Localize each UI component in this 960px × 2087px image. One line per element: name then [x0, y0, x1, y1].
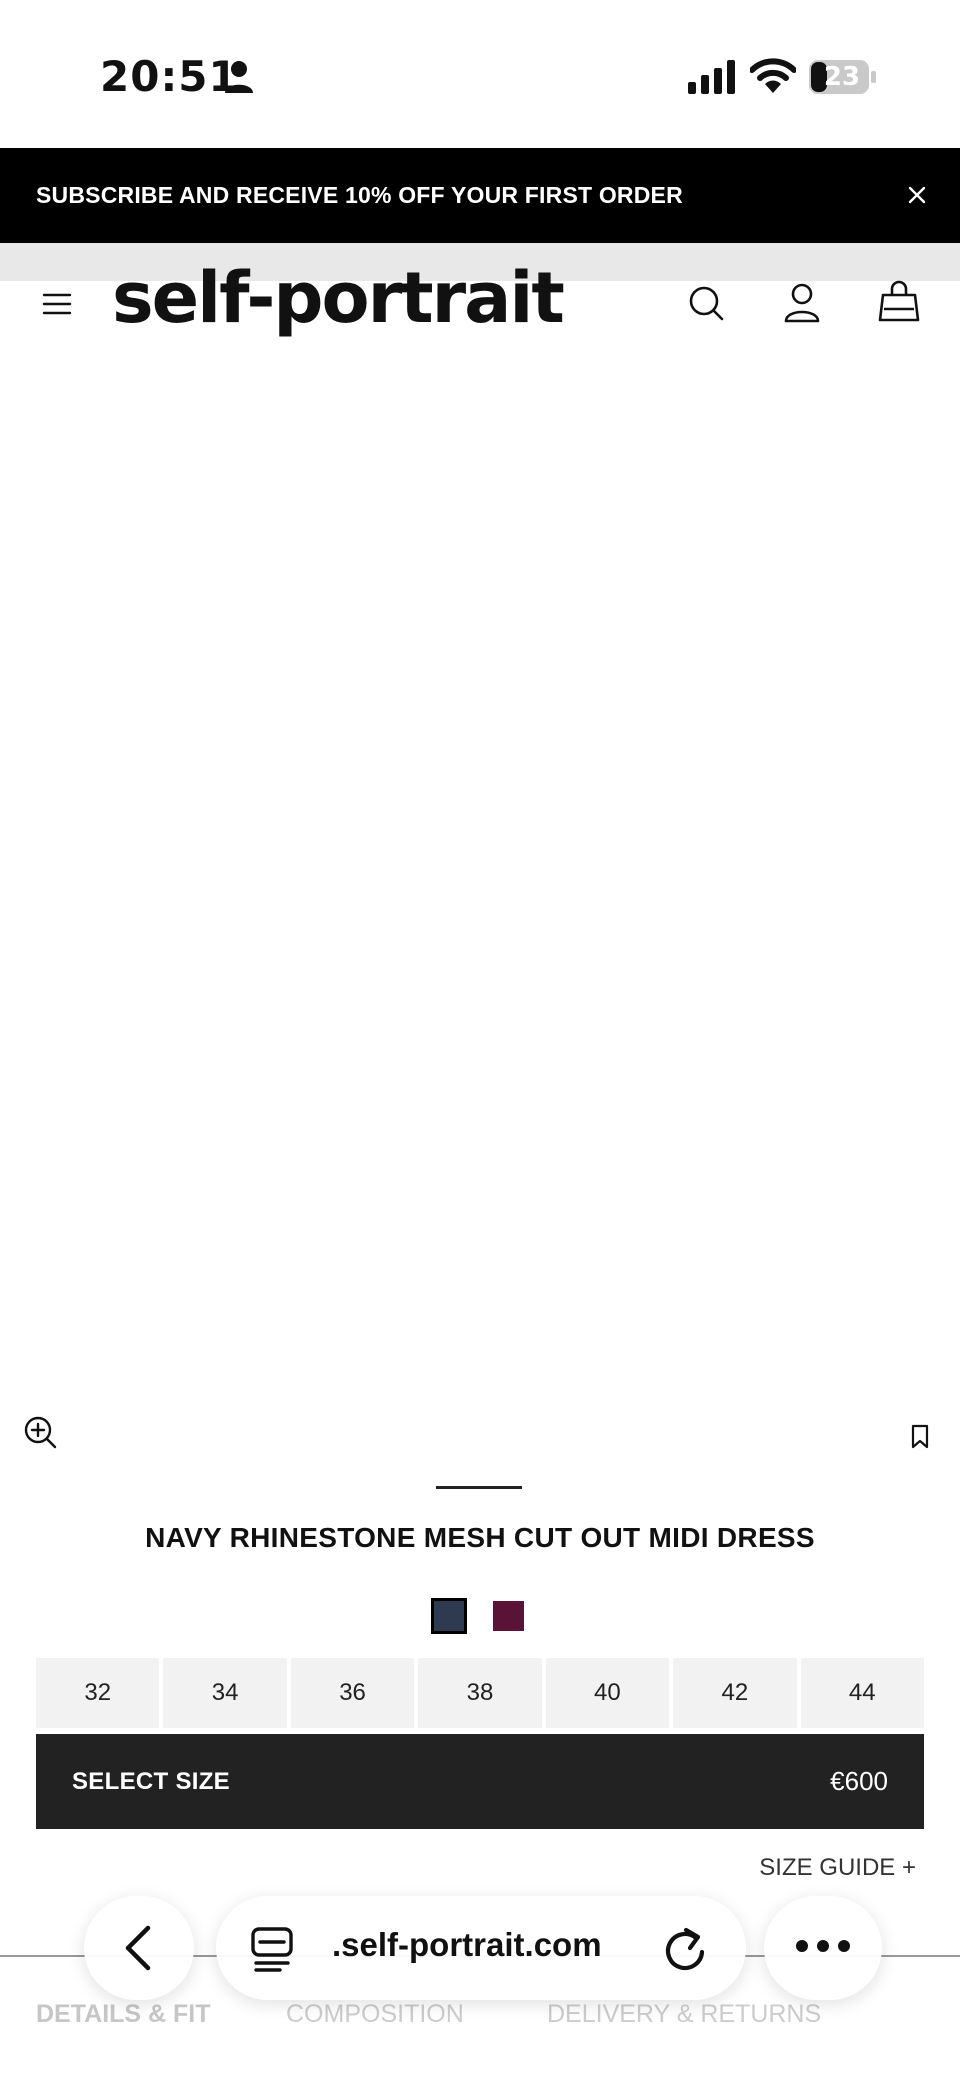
- size-option-34[interactable]: 34: [163, 1658, 287, 1728]
- promo-banner: SUBSCRIBE AND RECEIVE 10% OFF YOUR FIRST…: [0, 148, 960, 243]
- pagination-dot[interactable]: [60, 1167, 62, 1193]
- size-option-42[interactable]: 42: [673, 1658, 797, 1728]
- close-icon[interactable]: [900, 178, 934, 212]
- size-selector: 32 34 36 38 40 42 44: [36, 1658, 924, 1728]
- brand-logo[interactable]: self-portrait: [112, 257, 565, 339]
- cellular-signal-icon: [688, 60, 735, 94]
- model-photo: [0, 243, 960, 1475]
- browser-more-button[interactable]: [764, 1896, 882, 2000]
- size-option-40[interactable]: 40: [545, 1658, 670, 1728]
- pagination-dot[interactable]: [60, 1087, 62, 1113]
- browser-url-text: .self-portrait.com: [332, 1926, 602, 1963]
- tab-overview-icon[interactable]: [250, 1926, 294, 1972]
- pagination-dot[interactable]: [60, 1127, 62, 1153]
- bookmark-icon[interactable]: [906, 1422, 934, 1450]
- reload-icon[interactable]: [662, 1924, 708, 1972]
- size-guide-link[interactable]: SIZE GUIDE +: [759, 1854, 916, 1882]
- site-header: self-portrait: [0, 243, 960, 363]
- select-size-label: SELECT SIZE: [72, 1768, 230, 1795]
- product-image[interactable]: [0, 243, 960, 1475]
- tab-details-fit[interactable]: DETAILS & FIT: [36, 2000, 211, 2029]
- pagination-dot[interactable]: [60, 965, 62, 991]
- color-swatch-navy[interactable]: [431, 1598, 467, 1634]
- chevron-left-icon: [125, 1925, 151, 1971]
- battery-level: 23: [823, 62, 861, 92]
- product-info-tabs: DETAILS & FIT COMPOSITION DELIVERY & RET…: [0, 2000, 960, 2040]
- menu-icon[interactable]: [40, 289, 74, 319]
- pagination-dot-active[interactable]: [60, 1005, 63, 1035]
- select-size-button[interactable]: SELECT SIZE €600: [36, 1734, 924, 1829]
- color-swatches: [431, 1598, 531, 1634]
- size-option-32[interactable]: 32: [36, 1658, 160, 1728]
- product-price: €600: [830, 1766, 888, 1796]
- search-icon[interactable]: [686, 283, 726, 323]
- image-indicator-line: [436, 1486, 522, 1489]
- browser-address-bar[interactable]: .self-portrait.com: [216, 1896, 746, 2000]
- status-time: 20:51: [100, 52, 239, 101]
- pagination-dot[interactable]: [60, 1047, 62, 1073]
- image-pagination[interactable]: [58, 965, 64, 1245]
- size-option-36[interactable]: 36: [290, 1658, 415, 1728]
- account-icon[interactable]: [782, 281, 822, 323]
- size-option-44[interactable]: 44: [800, 1658, 924, 1728]
- more-icon: [796, 1940, 850, 1952]
- tab-delivery-returns[interactable]: DELIVERY & RETURNS: [547, 2000, 821, 2029]
- wifi-icon: [750, 58, 796, 93]
- shopping-bag-icon[interactable]: [878, 279, 920, 323]
- pagination-dot[interactable]: [60, 1207, 62, 1233]
- zoom-in-icon[interactable]: [22, 1414, 58, 1450]
- product-title: NAVY RHINESTONE MESH CUT OUT MIDI DRESS: [145, 1522, 815, 1553]
- person-icon: [225, 61, 253, 93]
- color-swatch-burgundy[interactable]: [493, 1601, 524, 1631]
- size-option-38[interactable]: 38: [418, 1658, 542, 1728]
- promo-text: SUBSCRIBE AND RECEIVE 10% OFF YOUR FIRST…: [36, 182, 683, 208]
- status-bar: 20:51 23: [0, 0, 960, 148]
- browser-back-button[interactable]: [84, 1896, 194, 2000]
- tab-composition[interactable]: COMPOSITION: [286, 2000, 464, 2029]
